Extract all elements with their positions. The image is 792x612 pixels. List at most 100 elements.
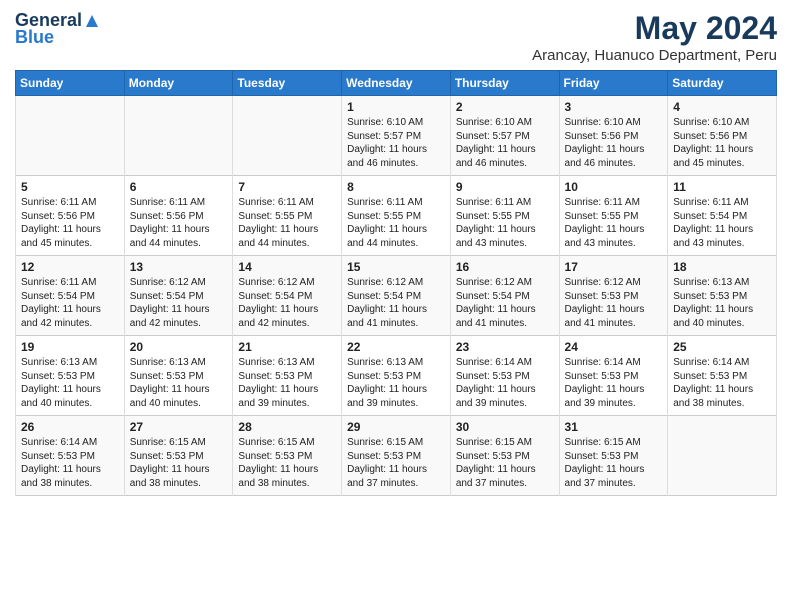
day-number: 3 bbox=[565, 100, 663, 114]
calendar-cell: 29 Sunrise: 6:15 AM Sunset: 5:53 PM Dayli… bbox=[342, 416, 451, 496]
day-number: 15 bbox=[347, 260, 445, 274]
title-block: May 2024 Arancay, Huanuco Department, Pe… bbox=[532, 10, 777, 64]
calendar-cell: 12 Sunrise: 6:11 AM Sunset: 5:54 PM Dayli… bbox=[16, 256, 125, 336]
calendar-cell: 4Sunrise: 6:10 AM Sunset: 5:56 PM Daylig… bbox=[668, 96, 777, 176]
day-content: Sunrise: 6:13 AM Sunset: 5:53 PM Dayligh… bbox=[238, 356, 336, 410]
calendar-cell: 5 Sunrise: 6:11 AM Sunset: 5:56 PM Daylig… bbox=[16, 176, 125, 256]
day-content: Sunrise: 6:11 AM Sunset: 5:54 PM Dayligh… bbox=[21, 276, 119, 330]
day-content: Sunrise: 6:14 AM Sunset: 5:53 PM Dayligh… bbox=[673, 356, 771, 410]
day-content: Sunrise: 6:11 AM Sunset: 5:56 PM Dayligh… bbox=[21, 196, 119, 250]
day-number: 17 bbox=[565, 260, 663, 274]
calendar-cell: 23 Sunrise: 6:14 AM Sunset: 5:53 PM Dayli… bbox=[450, 336, 559, 416]
day-number: 27 bbox=[130, 420, 228, 434]
day-content: Sunrise: 6:12 AM Sunset: 5:54 PM Dayligh… bbox=[347, 276, 445, 330]
calendar-week-row: 26Sunrise: 6:14 AM Sunset: 5:53 PM Dayli… bbox=[16, 416, 777, 496]
calendar-container: General Blue May 2024 Arancay, Huanuco D… bbox=[0, 0, 792, 506]
calendar-cell bbox=[16, 96, 125, 176]
calendar-cell: 10 Sunrise: 6:11 AM Sunset: 5:55 PM Dayli… bbox=[559, 176, 668, 256]
calendar-cell: 15 Sunrise: 6:12 AM Sunset: 5:54 PM Dayli… bbox=[342, 256, 451, 336]
day-number: 7 bbox=[238, 180, 336, 194]
calendar-cell: 26Sunrise: 6:14 AM Sunset: 5:53 PM Dayli… bbox=[16, 416, 125, 496]
day-number: 20 bbox=[130, 340, 228, 354]
day-content: Sunrise: 6:14 AM Sunset: 5:53 PM Dayligh… bbox=[456, 356, 554, 410]
weekday-header-monday: Monday bbox=[124, 71, 233, 96]
day-number: 23 bbox=[456, 340, 554, 354]
day-number: 22 bbox=[347, 340, 445, 354]
logo-icon bbox=[84, 13, 100, 29]
day-content: Sunrise: 6:15 AM Sunset: 5:53 PM Dayligh… bbox=[238, 436, 336, 490]
day-content: Sunrise: 6:15 AM Sunset: 5:53 PM Dayligh… bbox=[456, 436, 554, 490]
calendar-cell: 8Sunrise: 6:11 AM Sunset: 5:55 PM Daylig… bbox=[342, 176, 451, 256]
calendar-cell: 2 Sunrise: 6:10 AM Sunset: 5:57 PM Daylig… bbox=[450, 96, 559, 176]
day-content: Sunrise: 6:12 AM Sunset: 5:53 PM Dayligh… bbox=[565, 276, 663, 330]
day-content: Sunrise: 6:11 AM Sunset: 5:55 PM Dayligh… bbox=[565, 196, 663, 250]
weekday-header-thursday: Thursday bbox=[450, 71, 559, 96]
logo: General Blue bbox=[15, 10, 100, 48]
day-content: Sunrise: 6:13 AM Sunset: 5:53 PM Dayligh… bbox=[21, 356, 119, 410]
calendar-cell: 21Sunrise: 6:13 AM Sunset: 5:53 PM Dayli… bbox=[233, 336, 342, 416]
calendar-cell: 9 Sunrise: 6:11 AM Sunset: 5:55 PM Daylig… bbox=[450, 176, 559, 256]
calendar-cell: 17 Sunrise: 6:12 AM Sunset: 5:53 PM Dayli… bbox=[559, 256, 668, 336]
calendar-cell: 18 Sunrise: 6:13 AM Sunset: 5:53 PM Dayli… bbox=[668, 256, 777, 336]
day-number: 25 bbox=[673, 340, 771, 354]
calendar-cell: 7 Sunrise: 6:11 AM Sunset: 5:55 PM Daylig… bbox=[233, 176, 342, 256]
day-content: Sunrise: 6:15 AM Sunset: 5:53 PM Dayligh… bbox=[347, 436, 445, 490]
day-content: Sunrise: 6:12 AM Sunset: 5:54 PM Dayligh… bbox=[238, 276, 336, 330]
day-content: Sunrise: 6:14 AM Sunset: 5:53 PM Dayligh… bbox=[21, 436, 119, 490]
day-number: 1 bbox=[347, 100, 445, 114]
calendar-cell: 28 Sunrise: 6:15 AM Sunset: 5:53 PM Dayli… bbox=[233, 416, 342, 496]
day-number: 5 bbox=[21, 180, 119, 194]
calendar-cell: 1 Sunrise: 6:10 AM Sunset: 5:57 PM Daylig… bbox=[342, 96, 451, 176]
calendar-cell: 13 Sunrise: 6:12 AM Sunset: 5:54 PM Dayli… bbox=[124, 256, 233, 336]
day-content: Sunrise: 6:11 AM Sunset: 5:55 PM Dayligh… bbox=[456, 196, 554, 250]
month-year-title: May 2024 bbox=[532, 10, 777, 47]
day-content: Sunrise: 6:14 AM Sunset: 5:53 PM Dayligh… bbox=[565, 356, 663, 410]
calendar-cell: 6 Sunrise: 6:11 AM Sunset: 5:56 PM Daylig… bbox=[124, 176, 233, 256]
weekday-header-wednesday: Wednesday bbox=[342, 71, 451, 96]
day-content: Sunrise: 6:13 AM Sunset: 5:53 PM Dayligh… bbox=[347, 356, 445, 410]
calendar-week-row: 1 Sunrise: 6:10 AM Sunset: 5:57 PM Daylig… bbox=[16, 96, 777, 176]
day-number: 6 bbox=[130, 180, 228, 194]
day-content: Sunrise: 6:15 AM Sunset: 5:53 PM Dayligh… bbox=[130, 436, 228, 490]
calendar-cell: 20Sunrise: 6:13 AM Sunset: 5:53 PM Dayli… bbox=[124, 336, 233, 416]
day-content: Sunrise: 6:11 AM Sunset: 5:54 PM Dayligh… bbox=[673, 196, 771, 250]
day-number: 13 bbox=[130, 260, 228, 274]
day-content: Sunrise: 6:10 AM Sunset: 5:57 PM Dayligh… bbox=[347, 116, 445, 170]
day-content: Sunrise: 6:13 AM Sunset: 5:53 PM Dayligh… bbox=[673, 276, 771, 330]
day-content: Sunrise: 6:12 AM Sunset: 5:54 PM Dayligh… bbox=[130, 276, 228, 330]
day-number: 12 bbox=[21, 260, 119, 274]
weekday-header-saturday: Saturday bbox=[668, 71, 777, 96]
header: General Blue May 2024 Arancay, Huanuco D… bbox=[15, 10, 777, 64]
day-number: 28 bbox=[238, 420, 336, 434]
day-content: Sunrise: 6:11 AM Sunset: 5:55 PM Dayligh… bbox=[238, 196, 336, 250]
day-content: Sunrise: 6:10 AM Sunset: 5:56 PM Dayligh… bbox=[673, 116, 771, 170]
calendar-cell: 19 Sunrise: 6:13 AM Sunset: 5:53 PM Dayli… bbox=[16, 336, 125, 416]
day-number: 10 bbox=[565, 180, 663, 194]
day-number: 24 bbox=[565, 340, 663, 354]
day-number: 29 bbox=[347, 420, 445, 434]
day-content: Sunrise: 6:10 AM Sunset: 5:57 PM Dayligh… bbox=[456, 116, 554, 170]
day-number: 19 bbox=[21, 340, 119, 354]
day-number: 14 bbox=[238, 260, 336, 274]
calendar-week-row: 19 Sunrise: 6:13 AM Sunset: 5:53 PM Dayli… bbox=[16, 336, 777, 416]
weekday-header-friday: Friday bbox=[559, 71, 668, 96]
calendar-cell: 14 Sunrise: 6:12 AM Sunset: 5:54 PM Dayli… bbox=[233, 256, 342, 336]
day-number: 18 bbox=[673, 260, 771, 274]
day-number: 8 bbox=[347, 180, 445, 194]
calendar-cell: 16Sunrise: 6:12 AM Sunset: 5:54 PM Dayli… bbox=[450, 256, 559, 336]
calendar-cell bbox=[668, 416, 777, 496]
day-content: Sunrise: 6:11 AM Sunset: 5:56 PM Dayligh… bbox=[130, 196, 228, 250]
weekday-header-sunday: Sunday bbox=[16, 71, 125, 96]
calendar-cell: 30Sunrise: 6:15 AM Sunset: 5:53 PM Dayli… bbox=[450, 416, 559, 496]
calendar-cell: 3 Sunrise: 6:10 AM Sunset: 5:56 PM Daylig… bbox=[559, 96, 668, 176]
day-content: Sunrise: 6:12 AM Sunset: 5:54 PM Dayligh… bbox=[456, 276, 554, 330]
day-number: 9 bbox=[456, 180, 554, 194]
day-content: Sunrise: 6:10 AM Sunset: 5:56 PM Dayligh… bbox=[565, 116, 663, 170]
weekday-header-row: SundayMondayTuesdayWednesdayThursdayFrid… bbox=[16, 71, 777, 96]
day-number: 2 bbox=[456, 100, 554, 114]
calendar-cell: 11Sunrise: 6:11 AM Sunset: 5:54 PM Dayli… bbox=[668, 176, 777, 256]
calendar-cell: 31Sunrise: 6:15 AM Sunset: 5:53 PM Dayli… bbox=[559, 416, 668, 496]
day-content: Sunrise: 6:15 AM Sunset: 5:53 PM Dayligh… bbox=[565, 436, 663, 490]
calendar-table: SundayMondayTuesdayWednesdayThursdayFrid… bbox=[15, 70, 777, 496]
calendar-cell: 22 Sunrise: 6:13 AM Sunset: 5:53 PM Dayli… bbox=[342, 336, 451, 416]
